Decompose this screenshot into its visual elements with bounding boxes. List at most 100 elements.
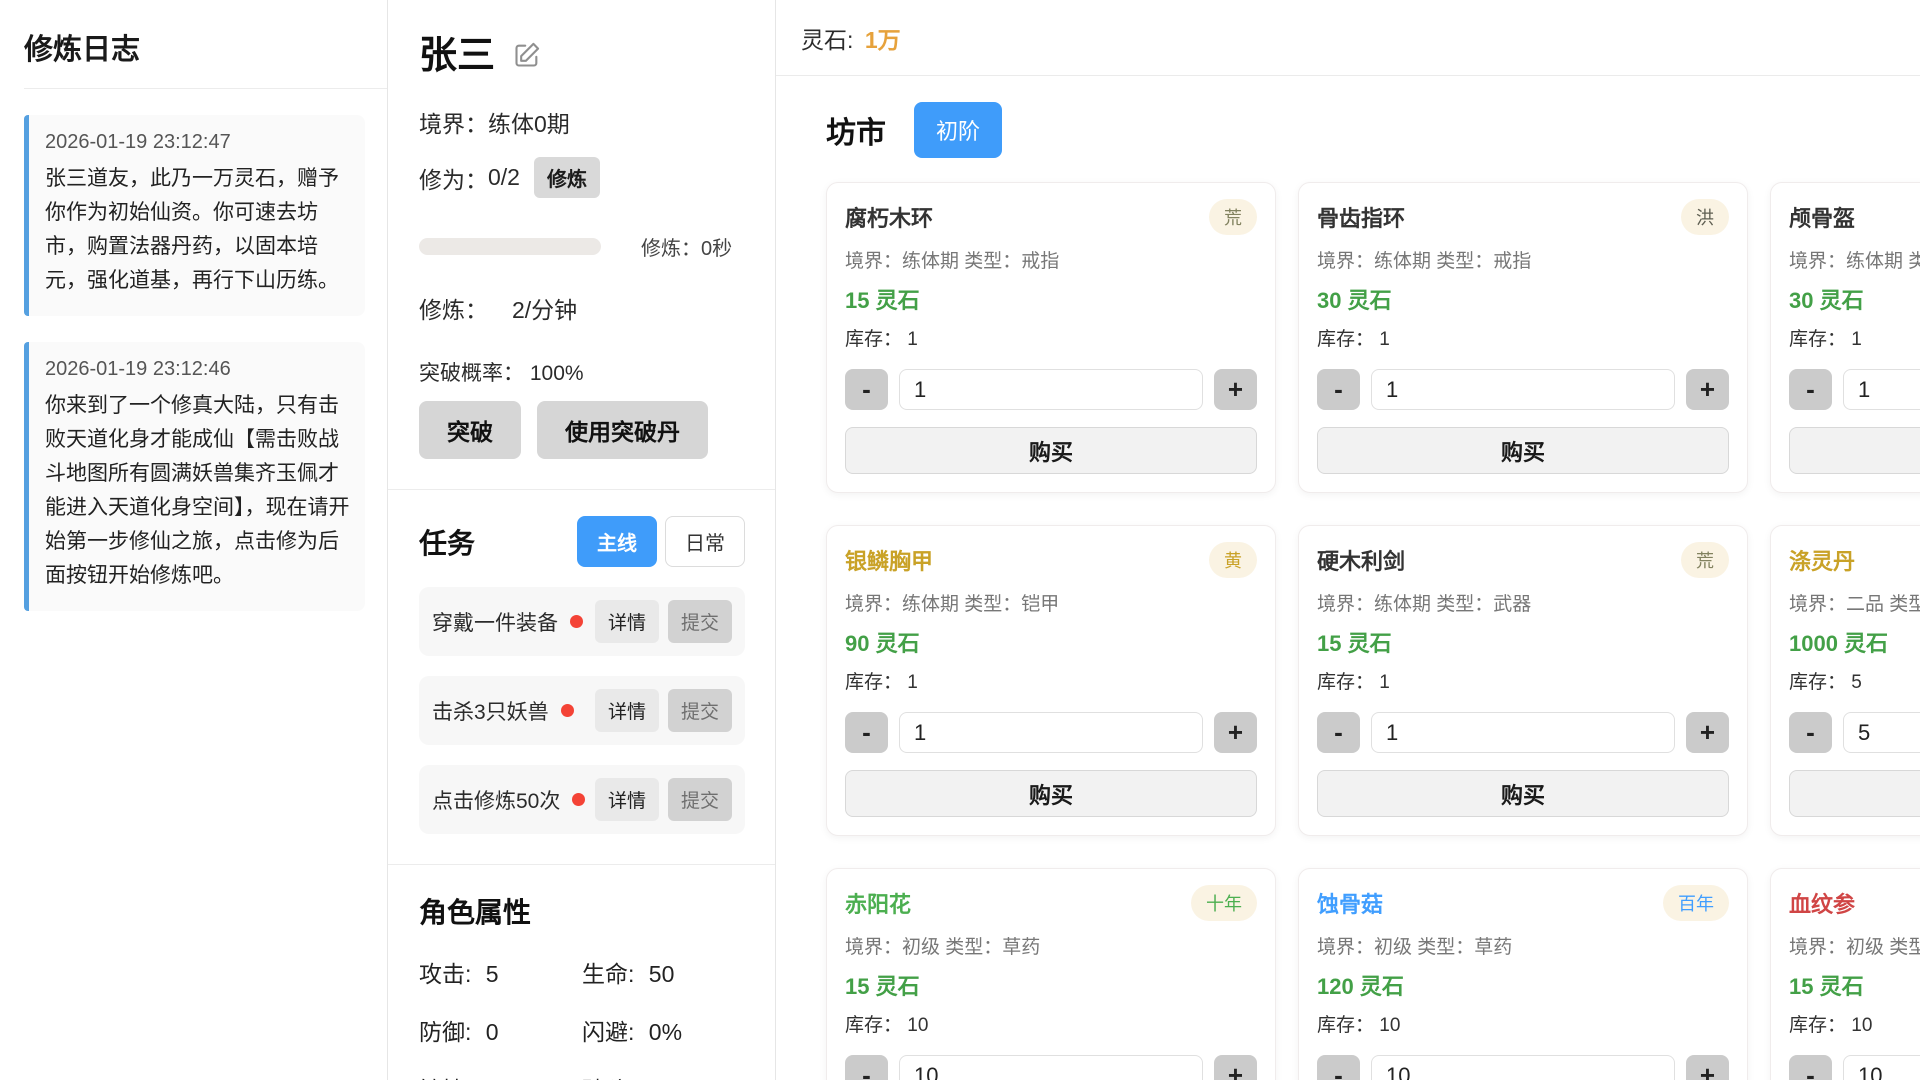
quantity-input[interactable] xyxy=(1371,712,1675,753)
quantity-input[interactable] xyxy=(1843,712,1920,753)
quantity-plus-button[interactable]: + xyxy=(1214,1055,1257,1080)
quantity-plus-button[interactable]: + xyxy=(1214,369,1257,410)
item-price: 15 灵石 xyxy=(1317,626,1729,658)
item-price: 90 灵石 xyxy=(845,626,1257,658)
task-row: 击杀3只妖兽 详情 提交 xyxy=(419,676,745,745)
breakthrough-chance-label: 突破概率： xyxy=(419,362,524,385)
item-stock-value: 10 xyxy=(907,1015,928,1036)
log-entry-timestamp: 2026-01-19 23:12:47 xyxy=(45,131,351,154)
attribute-label: 防御: xyxy=(419,1019,471,1045)
quantity-stepper: - + xyxy=(845,712,1257,753)
buy-button[interactable]: 购买 xyxy=(845,427,1257,474)
task-row: 点击修炼50次 详情 提交 xyxy=(419,765,745,834)
cultivation-log-panel: 修炼日志 2026-01-19 23:12:47 张三道友，此乃一万灵石，赠予你… xyxy=(0,0,388,1080)
attribute-item: 闪避: 0% xyxy=(582,1013,745,1047)
market-item-card: 涤灵丹 初级 境界：二品 类型：丹药 1000 灵石 库存： 5 - + xyxy=(1770,525,1920,836)
item-price: 30 灵石 xyxy=(1317,283,1729,315)
item-stock: 库存： 1 xyxy=(1789,324,1920,351)
task-submit-button[interactable]: 提交 xyxy=(668,778,732,821)
task-detail-button[interactable]: 详情 xyxy=(595,778,659,821)
quantity-input[interactable] xyxy=(1843,1055,1920,1080)
quantity-minus-button[interactable]: - xyxy=(845,712,888,753)
task-tabs: 主线 日常 xyxy=(577,516,745,567)
task-tab[interactable]: 主线 xyxy=(577,516,657,567)
breakthrough-button[interactable]: 突破 xyxy=(419,401,521,459)
log-entry-timestamp: 2026-01-19 23:12:46 xyxy=(45,358,351,381)
cultivation-rate-row: 修炼： 2/分钟 xyxy=(419,291,745,325)
task-incomplete-dot xyxy=(570,615,583,628)
item-stock: 库存： 1 xyxy=(1317,324,1729,351)
spirit-stone-value: 1万 xyxy=(865,27,901,53)
quantity-stepper: - + xyxy=(845,1055,1257,1080)
task-detail-button[interactable]: 详情 xyxy=(595,689,659,732)
attribute-item: 破防: 0 xyxy=(582,1071,745,1080)
buy-button[interactable]: 购买 xyxy=(1317,427,1729,474)
buy-button[interactable]: 购买 xyxy=(1317,770,1729,817)
quantity-minus-button[interactable]: - xyxy=(845,369,888,410)
log-entry-text: 张三道友，此乃一万灵石，赠予你作为初始仙资。你可速去坊市，购置法器丹药，以固本培… xyxy=(45,162,351,298)
item-name: 腐朽木环 xyxy=(845,201,933,233)
item-stock-label: 库存： xyxy=(1789,1015,1846,1036)
quantity-minus-button[interactable]: - xyxy=(1789,1055,1832,1080)
quantity-input[interactable] xyxy=(899,712,1203,753)
buy-button[interactable]: 购买 xyxy=(845,770,1257,817)
task-name: 击杀3只妖兽 xyxy=(432,696,549,726)
cultivation-row: 修为： 0/2 修炼 xyxy=(419,157,745,198)
quantity-plus-button[interactable]: + xyxy=(1686,369,1729,410)
quantity-plus-button[interactable]: + xyxy=(1686,712,1729,753)
attributes-header: 角色属性 xyxy=(419,891,745,931)
realm-value: 练体0期 xyxy=(488,105,570,139)
item-rarity-badge: 洪 xyxy=(1681,199,1729,235)
market-tier-button[interactable]: 初阶 xyxy=(914,102,1002,158)
rate-label: 修炼： xyxy=(419,291,488,325)
attribute-value: 0 xyxy=(486,1019,499,1045)
quantity-input[interactable] xyxy=(899,1055,1203,1080)
cultivate-button[interactable]: 修炼 xyxy=(534,157,600,198)
task-submit-button[interactable]: 提交 xyxy=(668,689,732,732)
item-rarity-badge: 百年 xyxy=(1663,885,1729,921)
tasks-title: 任务 xyxy=(419,522,475,562)
quantity-minus-button[interactable]: - xyxy=(1317,369,1360,410)
quantity-plus-button[interactable]: + xyxy=(1214,712,1257,753)
quantity-stepper: - + xyxy=(845,369,1257,410)
quantity-input[interactable] xyxy=(1371,1055,1675,1080)
breakthrough-buttons: 突破 使用突破丹 xyxy=(419,401,745,459)
quantity-input[interactable] xyxy=(899,369,1203,410)
item-meta: 境界：二品 类型：丹药 xyxy=(1789,589,1920,616)
task-submit-button[interactable]: 提交 xyxy=(668,600,732,643)
attribute-value: 50 xyxy=(649,961,675,987)
card-title-row: 血纹参 十年 xyxy=(1789,885,1920,921)
item-meta: 境界：练体期 类型：铠甲 xyxy=(845,589,1257,616)
divider xyxy=(388,489,775,490)
item-stock-value: 1 xyxy=(1379,672,1390,693)
edit-name-icon[interactable] xyxy=(513,41,541,69)
quantity-minus-button[interactable]: - xyxy=(1789,712,1832,753)
log-panel-title: 修炼日志 xyxy=(24,26,365,68)
item-rarity-badge: 荒 xyxy=(1681,542,1729,578)
item-rarity-badge: 十年 xyxy=(1191,885,1257,921)
quantity-plus-button[interactable]: + xyxy=(1686,1055,1729,1080)
quantity-input[interactable] xyxy=(1371,369,1675,410)
quantity-minus-button[interactable]: - xyxy=(1317,1055,1360,1080)
quantity-minus-button[interactable]: - xyxy=(1317,712,1360,753)
buy-button[interactable]: 购买 xyxy=(1789,427,1920,474)
market-item-card: 血纹参 十年 境界：初级 类型：草药 15 灵石 库存： 10 - + xyxy=(1770,868,1920,1080)
task-incomplete-dot xyxy=(561,704,574,717)
cultivation-value: 0/2 xyxy=(488,164,520,191)
item-meta: 境界：练体期 类型：戒指 xyxy=(1317,246,1729,273)
quantity-minus-button[interactable]: - xyxy=(845,1055,888,1080)
task-tab[interactable]: 日常 xyxy=(665,516,745,567)
task-detail-button[interactable]: 详情 xyxy=(595,600,659,643)
quantity-stepper: - + xyxy=(1789,1055,1920,1080)
character-name: 张三 xyxy=(419,24,495,79)
item-meta: 境界：初级 类型：草药 xyxy=(1317,932,1729,959)
use-breakthrough-pill-button[interactable]: 使用突破丹 xyxy=(537,401,708,459)
card-title-row: 赤阳花 十年 xyxy=(845,885,1257,921)
buy-button[interactable]: 购买 xyxy=(1789,770,1920,817)
attribute-value: 5 xyxy=(486,961,499,987)
quantity-minus-button[interactable]: - xyxy=(1789,369,1832,410)
quantity-input[interactable] xyxy=(1843,369,1920,410)
market-header: 坊市 初阶 灵石: 1万 下次刷新： 04:56 刷新 (720 灵石) xyxy=(826,102,1920,158)
attributes-grid: 攻击: 5 生命: 50 防御: 0 闪避: 0% xyxy=(419,955,745,1080)
item-meta: 境界：练体期 类型：头盔 xyxy=(1789,246,1920,273)
